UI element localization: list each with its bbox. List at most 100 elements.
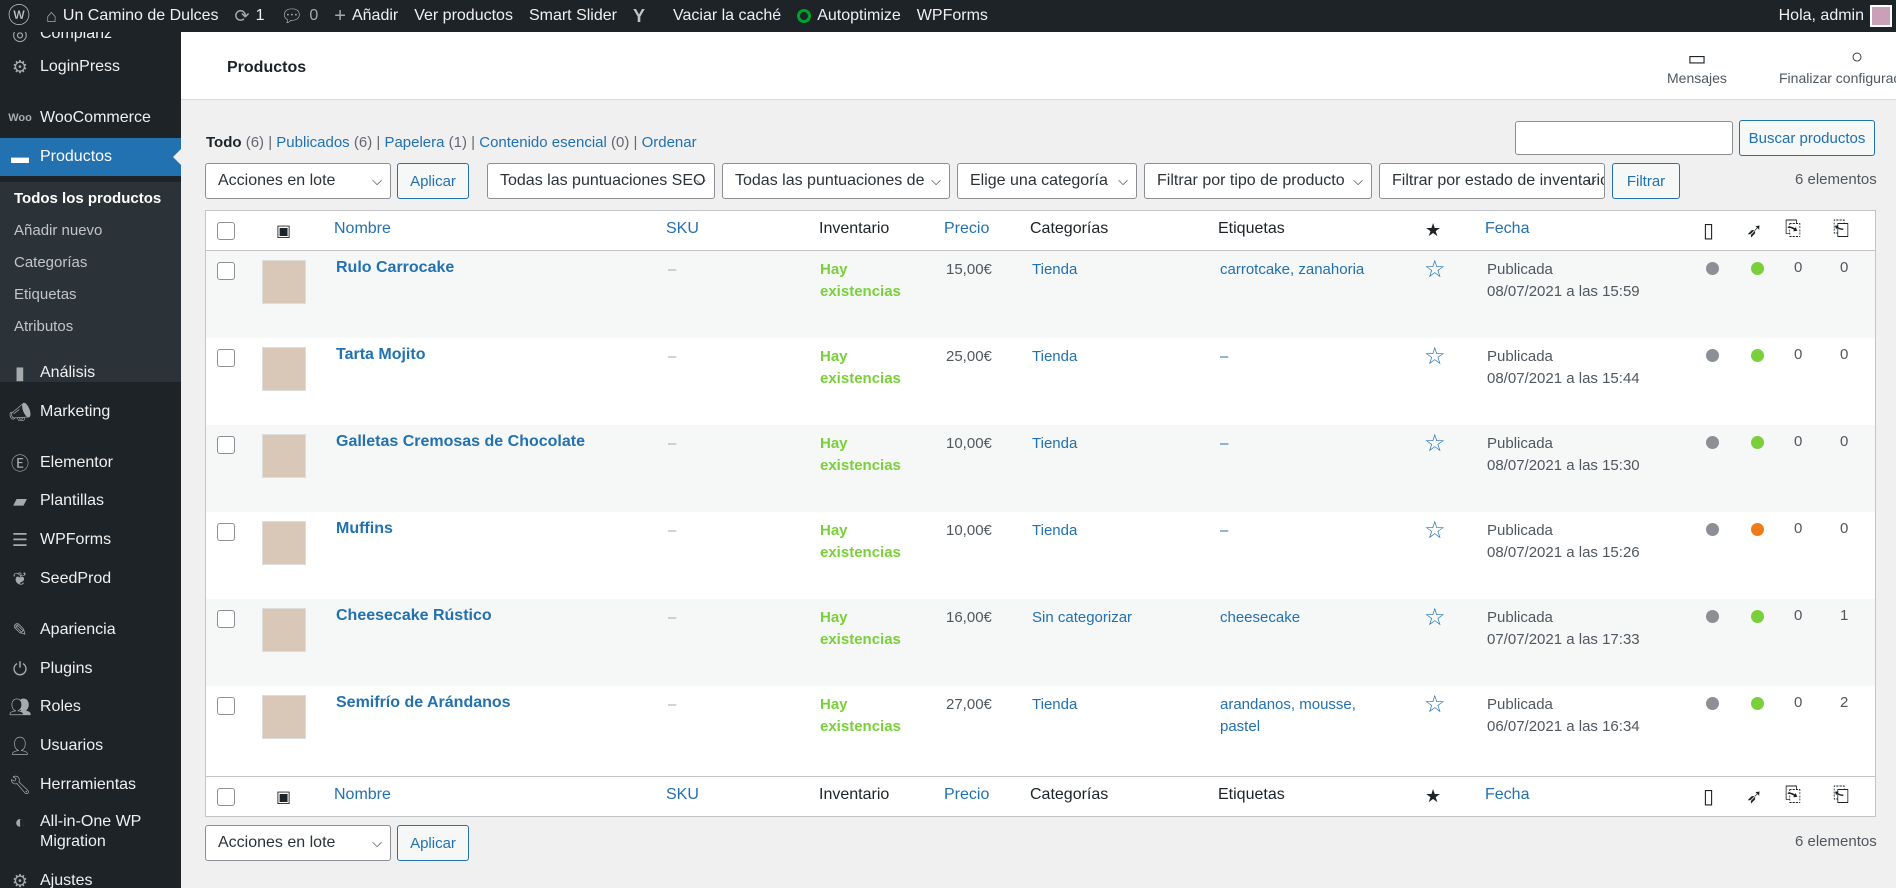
- menu-marketing[interactable]: 📣︎ Marketing: [0, 401, 181, 423]
- yoast-link[interactable]: Y: [625, 0, 653, 32]
- product-category-link[interactable]: Tienda: [1032, 694, 1077, 716]
- new-content-link[interactable]: + Añadir: [326, 0, 406, 32]
- clear-cache-link[interactable]: Vaciar la caché: [665, 0, 789, 32]
- product-name-link[interactable]: Semifrío de Arándanos: [336, 694, 511, 712]
- featured-star-icon[interactable]: ☆: [1424, 432, 1446, 456]
- menu-settings[interactable]: ⚙ Ajustes: [0, 870, 181, 888]
- search-input[interactable]: [1515, 121, 1733, 155]
- featured-star-icon[interactable]: ☆: [1424, 606, 1446, 630]
- product-category-link[interactable]: Tienda: [1032, 520, 1077, 542]
- product-thumbnail[interactable]: [262, 434, 306, 478]
- row-checkbox[interactable]: [217, 523, 235, 541]
- column-date-footer[interactable]: Fecha: [1485, 786, 1529, 804]
- product-name-link[interactable]: Rulo Carrocake: [336, 259, 454, 277]
- menu-elementor[interactable]: Ⓔ Elementor: [0, 452, 181, 474]
- menu-appearance[interactable]: ✎ Apariencia: [0, 619, 181, 641]
- row-checkbox[interactable]: [217, 697, 235, 715]
- featured-star-icon[interactable]: ☆: [1424, 693, 1446, 717]
- autoptimize-link[interactable]: Autoptimize: [789, 0, 909, 32]
- product-thumbnail[interactable]: [262, 695, 306, 739]
- product-category-link[interactable]: Sin categorizar: [1032, 607, 1132, 629]
- product-name-link[interactable]: Galletas Cremosas de Chocolate: [336, 433, 585, 451]
- wpforms-link[interactable]: WPForms: [909, 0, 996, 32]
- product-tags[interactable]: –: [1220, 433, 1228, 455]
- menu-wpforms[interactable]: ☰ WPForms: [0, 529, 181, 551]
- column-date[interactable]: Fecha: [1485, 220, 1529, 238]
- bulk-actions-select[interactable]: Acciones en lote ⌵: [205, 163, 391, 199]
- row-checkbox[interactable]: [217, 349, 235, 367]
- menu-productos[interactable]: ▬ Productos: [0, 138, 181, 176]
- menu-plugins[interactable]: ⏻ Plugins: [0, 658, 181, 680]
- product-tags[interactable]: arandanos, mousse, pastel: [1220, 694, 1356, 738]
- view-products-link[interactable]: Ver productos: [406, 0, 521, 32]
- submenu-add-new[interactable]: Añadir nuevo: [14, 222, 102, 239]
- column-sku-footer[interactable]: SKU: [666, 786, 699, 804]
- column-price[interactable]: Precio: [944, 220, 989, 238]
- column-price-footer[interactable]: Precio: [944, 786, 989, 804]
- apply-button-bottom[interactable]: Aplicar: [397, 825, 469, 861]
- product-thumbnail[interactable]: [262, 608, 306, 652]
- site-name-link[interactable]: ⌂ Un Camino de Dulces: [38, 0, 227, 32]
- bulk-actions-select-bottom[interactable]: Acciones en lote ⌵: [205, 825, 391, 861]
- product-thumbnail[interactable]: [262, 347, 306, 391]
- featured-star-icon[interactable]: ☆: [1424, 519, 1446, 543]
- view-essential-content[interactable]: Contenido esencial: [479, 134, 607, 151]
- product-tags[interactable]: carrotcake, zanahoria: [1220, 259, 1364, 281]
- submenu-tags[interactable]: Etiquetas: [14, 286, 77, 303]
- product-type-filter[interactable]: Filtrar por tipo de producto ⌵: [1144, 163, 1372, 199]
- featured-star-icon[interactable]: ★: [1425, 786, 1441, 807]
- product-tags[interactable]: cheesecake: [1220, 607, 1300, 629]
- smart-slider-link[interactable]: Smart Slider: [521, 0, 625, 32]
- menu-loginpress[interactable]: ⚙ LoginPress: [0, 56, 181, 78]
- select-all-checkbox[interactable]: [217, 222, 235, 240]
- view-trash[interactable]: Papelera: [384, 134, 444, 151]
- product-thumbnail[interactable]: [262, 521, 306, 565]
- column-name-footer[interactable]: Nombre: [334, 786, 391, 804]
- comments-link[interactable]: 💬︎ 0: [273, 0, 327, 32]
- updates-link[interactable]: ⟳ 1: [227, 0, 273, 32]
- readability-score-filter[interactable]: Todas las puntuaciones de ⌵: [722, 163, 950, 199]
- featured-star-icon[interactable]: ☆: [1424, 258, 1446, 282]
- menu-seedprod[interactable]: ❦ SeedProd: [0, 568, 181, 590]
- filter-button[interactable]: Filtrar: [1612, 163, 1680, 199]
- search-products-button[interactable]: Buscar productos: [1739, 120, 1875, 156]
- submenu-all-products[interactable]: Todos los productos: [14, 190, 161, 207]
- account-menu[interactable]: Hola, admin: [1771, 0, 1896, 32]
- product-thumbnail[interactable]: [262, 260, 306, 304]
- menu-roles[interactable]: 👥︎ Roles: [0, 696, 181, 718]
- messages-button[interactable]: ▭ Mensajes: [1667, 46, 1727, 86]
- wordpress-logo-icon[interactable]: ⓦ: [0, 0, 38, 32]
- menu-templates[interactable]: ▰ Plantillas: [0, 490, 181, 512]
- menu-tools[interactable]: 🔧︎ Herramientas: [0, 774, 181, 796]
- column-name[interactable]: Nombre: [334, 220, 391, 238]
- row-checkbox[interactable]: [217, 610, 235, 628]
- menu-migration[interactable]: ◐ All-in-One WP Migration: [0, 812, 181, 854]
- view-sort[interactable]: Ordenar: [642, 134, 697, 151]
- product-category-link[interactable]: Tienda: [1032, 433, 1077, 455]
- product-name-link[interactable]: Tarta Mojito: [336, 346, 425, 364]
- featured-star-icon[interactable]: ★: [1425, 220, 1441, 241]
- product-name-link[interactable]: Muffins: [336, 520, 393, 538]
- category-filter[interactable]: Elige una categoría ⌵: [957, 163, 1137, 199]
- product-category-link[interactable]: Tienda: [1032, 259, 1077, 281]
- product-tags[interactable]: –: [1220, 346, 1228, 368]
- select-all-checkbox-footer[interactable]: [217, 788, 235, 806]
- seo-score-filter[interactable]: Todas las puntuaciones SEO ⌵: [487, 163, 715, 199]
- product-category-link[interactable]: Tienda: [1032, 346, 1077, 368]
- apply-button[interactable]: Aplicar: [397, 163, 469, 199]
- finish-setup-button[interactable]: ○ Finalizar configuración: [1779, 46, 1896, 86]
- product-tags[interactable]: –: [1220, 520, 1228, 542]
- view-published[interactable]: Publicados: [276, 134, 349, 151]
- row-checkbox[interactable]: [217, 436, 235, 454]
- stock-status-filter[interactable]: Filtrar por estado de inventario ⌵: [1379, 163, 1605, 199]
- menu-complianz[interactable]: ◎ Compianz: [0, 32, 181, 46]
- column-sku[interactable]: SKU: [666, 220, 699, 238]
- row-checkbox[interactable]: [217, 262, 235, 280]
- submenu-categories[interactable]: Categorías: [14, 254, 87, 271]
- menu-woocommerce[interactable]: Woo WooCommerce: [0, 107, 181, 129]
- view-all[interactable]: Todo: [206, 134, 242, 151]
- product-name-link[interactable]: Cheesecake Rústico: [336, 607, 492, 625]
- submenu-attributes[interactable]: Atributos: [14, 318, 73, 335]
- menu-analytics[interactable]: ▮ Análisis: [0, 362, 181, 384]
- menu-users[interactable]: 👤︎ Usuarios: [0, 735, 181, 757]
